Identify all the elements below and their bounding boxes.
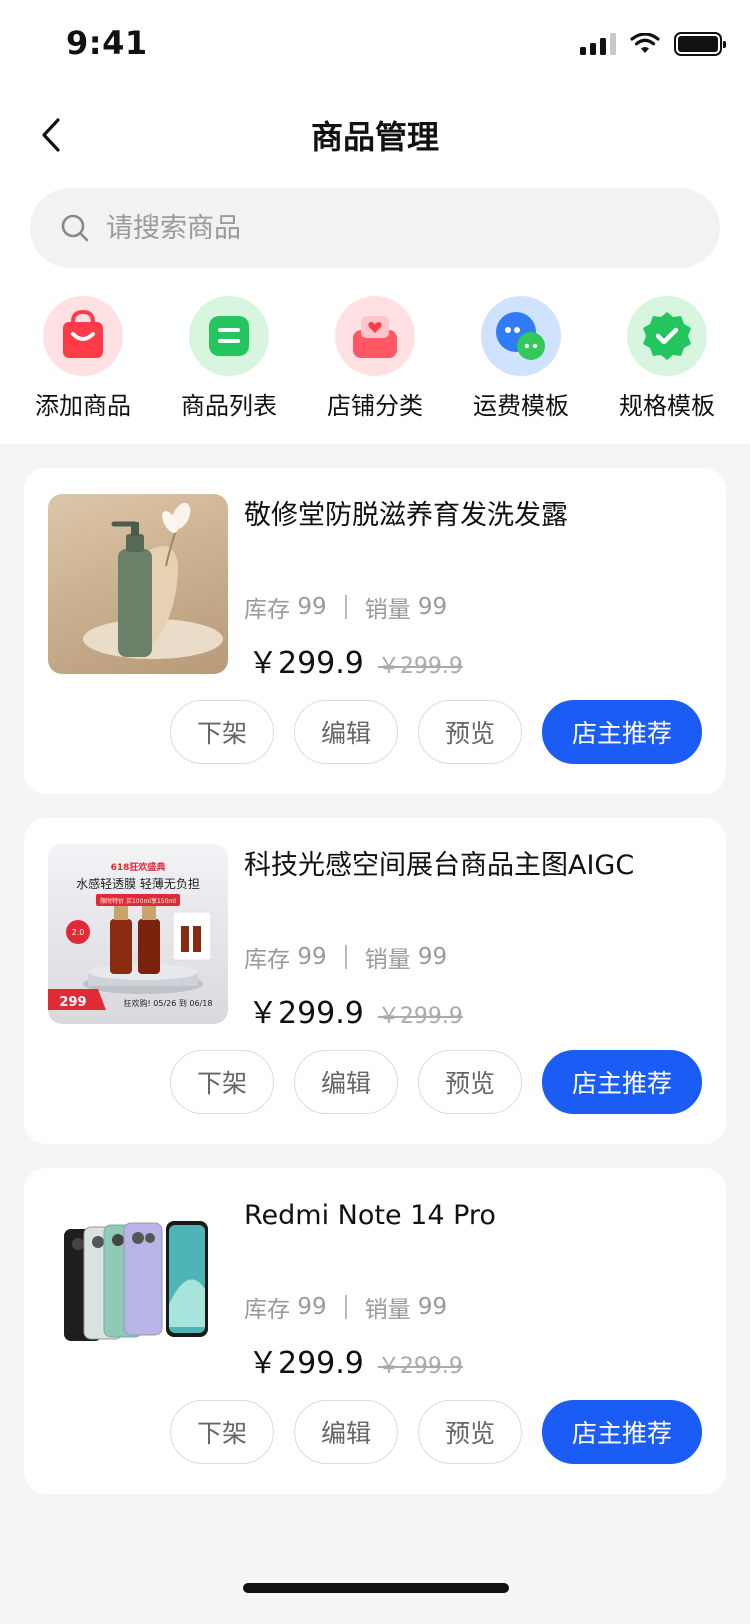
shortcut-shipping-template[interactable]: 运费模板 [451, 296, 591, 421]
stock-value: 99 [297, 594, 327, 620]
shortcut-label: 店铺分类 [327, 392, 423, 420]
divider [344, 595, 347, 619]
product-image[interactable] [48, 494, 228, 674]
image-badge-text: 2.0 [72, 928, 85, 937]
shopping-bag-icon [43, 296, 123, 376]
product-name: Redmi Note 14 Pro [244, 1200, 496, 1231]
edit-button[interactable]: 编辑 [294, 1050, 398, 1114]
shortcut-store-category[interactable]: 店铺分类 [305, 296, 445, 421]
shortcut-label: 商品列表 [181, 392, 277, 420]
shortcut-spec-template[interactable]: 规格模板 [597, 296, 737, 421]
list-icon [189, 296, 269, 376]
edit-button[interactable]: 编辑 [294, 1400, 398, 1464]
product-image[interactable]: 618狂欢盛典 水感轻透膜 轻薄无负担 限时特价 买100ml享150ml 2.… [48, 844, 228, 1024]
product-name: 科技光感空间展台商品主图AIGC [244, 850, 635, 881]
search-bar[interactable] [30, 188, 720, 268]
product-list: 敬修堂防脱滋养育发洗发露 库存 99 销量 99 ￥299.9 ￥299.9 下… [24, 468, 726, 1518]
product-card: 敬修堂防脱滋养育发洗发露 库存 99 销量 99 ￥299.9 ￥299.9 下… [24, 468, 726, 794]
preview-button[interactable]: 预览 [418, 1050, 522, 1114]
current-price: ￥299.9 [248, 996, 364, 1031]
status-bar: 9:41 [0, 0, 750, 90]
recommend-button[interactable]: 店主推荐 [542, 1050, 702, 1114]
image-sub-text: 限时特价 买100ml享150ml [100, 897, 176, 905]
recommend-button[interactable]: 店主推荐 [542, 1400, 702, 1464]
home-indicator [243, 1583, 509, 1593]
top-area: 9:41 商品管理 请搜索商品 添加商品 商品列表 店铺分类 运费模板 规格模板 [0, 0, 750, 444]
divider [344, 945, 347, 969]
price-row: ￥299.9 ￥299.9 [248, 638, 463, 682]
sales-label: 销量 [364, 597, 411, 623]
delist-button[interactable]: 下架 [170, 1400, 274, 1464]
shortcut-add-product[interactable]: 添加商品 [13, 296, 153, 421]
image-banner-text: 618狂欢盛典 [111, 861, 166, 873]
product-actions: 下架 编辑 预览 店主推荐 [170, 1050, 702, 1114]
verified-badge-icon [627, 296, 707, 376]
stock-value: 99 [297, 944, 327, 970]
product-stats: 库存 99 销量 99 [244, 590, 447, 624]
image-headline-text: 水感轻透膜 轻薄无负担 [76, 876, 200, 891]
product-actions: 下架 编辑 预览 店主推荐 [170, 700, 702, 764]
image-promo-text: 狂欢购! 05/26 到 06/18 [124, 998, 213, 1008]
nav-header: 商品管理 [0, 90, 750, 180]
original-price: ￥299.9 [377, 1354, 463, 1379]
edit-button[interactable]: 编辑 [294, 700, 398, 764]
current-price: ￥299.9 [248, 1346, 364, 1381]
sales-value: 99 [417, 944, 448, 970]
preview-button[interactable]: 预览 [418, 700, 522, 764]
category-shortcuts: 添加商品 商品列表 店铺分类 运费模板 规格模板 [0, 296, 750, 421]
battery-icon [674, 32, 726, 56]
sales-value: 99 [417, 1294, 448, 1320]
shortcut-product-list[interactable]: 商品列表 [159, 296, 299, 421]
price-row: ￥299.9 ￥299.9 [248, 1338, 463, 1382]
divider [344, 1295, 347, 1319]
cellular-signal-icon [580, 33, 616, 55]
sales-label: 销量 [364, 947, 411, 973]
product-image[interactable] [48, 1194, 228, 1374]
stock-label: 库存 [244, 1297, 290, 1323]
status-time: 9:41 [66, 24, 148, 62]
recommend-button[interactable]: 店主推荐 [542, 700, 702, 764]
stock-label: 库存 [244, 947, 290, 973]
current-price: ￥299.9 [248, 646, 364, 681]
sales-label: 销量 [364, 1297, 411, 1323]
original-price: ￥299.9 [377, 654, 463, 679]
product-card: Redmi Note 14 Pro 库存 99 销量 99 ￥299.9 ￥29… [24, 1168, 726, 1494]
product-card: 618狂欢盛典 水感轻透膜 轻薄无负担 限时特价 买100ml享150ml 2.… [24, 818, 726, 1144]
stock-value: 99 [297, 1294, 327, 1320]
status-icons [580, 32, 726, 56]
original-price: ￥299.9 [377, 1004, 463, 1029]
stock-label: 库存 [244, 597, 290, 623]
shortcut-label: 规格模板 [619, 392, 715, 420]
image-price-text: 299 [59, 995, 86, 1010]
delist-button[interactable]: 下架 [170, 700, 274, 764]
wifi-icon [630, 33, 660, 53]
product-stats: 库存 99 销量 99 [244, 940, 447, 974]
store-category-icon [335, 296, 415, 376]
preview-button[interactable]: 预览 [418, 1400, 522, 1464]
sales-value: 99 [417, 594, 448, 620]
shortcut-label: 运费模板 [473, 392, 569, 420]
price-row: ￥299.9 ￥299.9 [248, 988, 463, 1032]
search-input[interactable] [106, 212, 666, 244]
search-icon [61, 214, 89, 242]
delist-button[interactable]: 下架 [170, 1050, 274, 1114]
page-title: 商品管理 [310, 118, 439, 156]
product-name: 敬修堂防脱滋养育发洗发露 [244, 500, 568, 531]
product-actions: 下架 编辑 预览 店主推荐 [170, 1400, 702, 1464]
shortcut-label: 添加商品 [35, 392, 131, 420]
product-stats: 库存 99 销量 99 [244, 1290, 447, 1324]
chat-bubbles-icon [481, 296, 561, 376]
